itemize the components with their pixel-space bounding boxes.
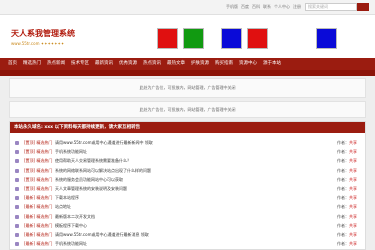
- document-icon: [15, 205, 19, 210]
- top-links: 手机版 百度 百科 联系 个人中心 注册: [226, 4, 301, 10]
- list-item-category[interactable]: [置顶] 精选热门: [24, 148, 52, 156]
- list-item[interactable]: [置顶] 精选热门 手机系统功能网址 作者：共享: [10, 148, 365, 156]
- top-link[interactable]: 个人中心: [274, 4, 290, 10]
- site-logo-title[interactable]: 天人系我管理系统: [11, 28, 75, 39]
- document-icon: [15, 196, 19, 201]
- top-link[interactable]: 手机版: [226, 4, 238, 10]
- list-item[interactable]: [置顶] 精选热门 系统的服务会员功能网站中心可以获取 作者：共享: [10, 176, 365, 184]
- list-item-title[interactable]: 站点地址: [55, 203, 71, 211]
- list-item-category[interactable]: [最新] 精选热门: [24, 231, 52, 239]
- list-item-author: 作者：共享: [337, 176, 357, 182]
- document-icon: [15, 233, 19, 237]
- list-item-title[interactable]: 系统的网络联系网站可以解决站点出现了什么样的问题: [55, 167, 151, 175]
- banner-square-blue[interactable]: [221, 28, 242, 49]
- nav-item[interactable]: 资源中心: [239, 58, 257, 70]
- document-icon: [15, 150, 19, 155]
- nav-item[interactable]: 最热文章: [167, 58, 185, 70]
- ad-banner[interactable]: 此处为广告位，可投放内，网站管理，广告管理中关闭: [9, 101, 366, 118]
- list-item-category[interactable]: [置顶] 精选热门: [24, 176, 52, 184]
- sub-nav-bar: [0, 70, 375, 76]
- panel-heading: 本站永久域名: xxx 以下资料每天都持续更新，请大家互相转告: [10, 122, 365, 133]
- list-item-title[interactable]: 请用www.55tr.com或用中心通道进行最新消息 领取: [55, 231, 149, 239]
- list-item-title[interactable]: 最新版本二次开发文档: [55, 213, 95, 221]
- list-item-title[interactable]: 请用www.55tr.com或用中心通道进行最新新闻中 领取: [55, 139, 153, 147]
- nav-item[interactable]: 热点新闻: [47, 58, 65, 70]
- list-item[interactable]: [最新] 精选热门 站点地址 作者：共享: [10, 203, 365, 211]
- main-nav: 首页 精选热门 热点新闻 技术专区 最新资讯 优秀资源 热点资讯 最热文章 护肤…: [0, 58, 375, 70]
- list-item-title[interactable]: 手机系统功能网址: [55, 148, 87, 156]
- list-item-title[interactable]: 使用帮助天人交易管理系统需要准备什么？: [55, 157, 131, 165]
- list-item[interactable]: [最新] 精选热门 最新版本二次开发文档 作者：共享: [10, 213, 365, 221]
- banner-square-red[interactable]: [247, 28, 268, 49]
- top-link[interactable]: 百科: [252, 4, 260, 10]
- article-list-panel: 本站永久域名: xxx 以下资料每天都持续更新，请大家互相转告 [置顶] 精选热…: [9, 121, 366, 250]
- list-item-category[interactable]: [最新] 精选热门: [24, 213, 52, 221]
- list-item-author: 作者：共享: [337, 140, 357, 145]
- nav-item[interactable]: 最新资讯: [95, 58, 113, 70]
- nav-item[interactable]: 购买指南: [215, 58, 233, 70]
- list-item-category[interactable]: [最新] 精选热门: [24, 240, 52, 248]
- list-item-title[interactable]: 模板程序下载中心: [55, 222, 87, 230]
- list-item-author: 作者：共享: [337, 222, 357, 228]
- list-item-author: 作者：共享: [337, 158, 357, 164]
- ad-banner[interactable]: 此处为广告位，可投放内，网站管理，广告管理中关闭: [9, 78, 366, 98]
- nav-item[interactable]: 护肤资源: [191, 58, 209, 70]
- list-item[interactable]: [置顶] 精选热门 使用帮助天人交易管理系统需要准备什么？ 作者：共享: [10, 157, 365, 165]
- list-item-author: 作者：共享: [337, 241, 357, 247]
- document-icon: [15, 159, 19, 164]
- list-item[interactable]: [置顶] 精选热门 天人文章管理系统的安装说明及安装问题 作者：共享: [10, 185, 365, 193]
- search-button[interactable]: [357, 3, 369, 11]
- top-link[interactable]: 百度: [241, 4, 249, 10]
- list-item[interactable]: [最新] 精选热门 模板程序下载中心 作者：共享: [10, 222, 365, 230]
- list-item-author: 作者：共享: [337, 149, 357, 155]
- list-item-author: 作者：共享: [337, 186, 357, 191]
- list-item-category[interactable]: [最新] 精选热门: [24, 194, 52, 202]
- list-item[interactable]: [置顶] 精选热门 请用www.55tr.com或用中心通道进行最新新闻中 领取 作…: [10, 139, 365, 147]
- nav-item[interactable]: 技术专区: [71, 58, 89, 70]
- list-item-title[interactable]: 天人文章管理系统的安装说明及安装问题: [55, 185, 127, 193]
- document-icon: [15, 242, 19, 247]
- list-item-title[interactable]: 下载本站程序: [55, 194, 79, 202]
- document-icon: [15, 177, 19, 182]
- list-item-title[interactable]: 系统的服务会员功能网站中心可以获取: [55, 176, 123, 184]
- list-item-author: 作者：共享: [337, 195, 357, 201]
- list-item-title[interactable]: 手机系统功能网址: [55, 240, 87, 248]
- list-item-category[interactable]: [置顶] 精选热门: [24, 157, 52, 165]
- list-item-author: 作者：共享: [337, 167, 357, 173]
- nav-item[interactable]: 源于本站: [263, 58, 281, 70]
- list-item[interactable]: [最新] 精选热门 手机系统功能网址 作者：共享: [10, 240, 365, 248]
- list-item[interactable]: [最新] 精选热门 下载本站程序 作者：共享: [10, 194, 365, 202]
- list-item-author: 作者：共享: [337, 232, 357, 237]
- document-icon: [15, 168, 19, 173]
- document-icon: [15, 223, 19, 228]
- list-item[interactable]: [最新] 精选热门 请用www.55tr.com或用中心通道进行最新消息 领取 作者…: [10, 231, 365, 239]
- top-link[interactable]: 联系: [263, 4, 271, 10]
- list-item-category[interactable]: [置顶] 精选热门: [24, 185, 52, 193]
- list-item-author: 作者：共享: [337, 213, 357, 219]
- nav-item[interactable]: 首页: [8, 58, 17, 70]
- nav-item[interactable]: 精选热门: [23, 58, 41, 70]
- site-logo-subtitle: www.55tr.com ✦✦✦✦✦✦✦: [11, 41, 65, 46]
- search-input[interactable]: 搜索关键词: [305, 3, 357, 11]
- list-item-category[interactable]: [置顶] 精选热门: [24, 167, 52, 175]
- list-item-category[interactable]: [置顶] 精选热门: [24, 139, 52, 147]
- document-icon: [15, 187, 19, 191]
- banner-square-green[interactable]: [183, 28, 204, 49]
- banner-square-green-2[interactable]: [316, 28, 337, 49]
- top-link[interactable]: 注册: [293, 4, 301, 10]
- nav-item[interactable]: 热点资讯: [143, 58, 161, 70]
- list-item-category[interactable]: [最新] 精选热门: [24, 222, 52, 230]
- nav-item[interactable]: 优秀资源: [119, 58, 137, 70]
- list-item-author: 作者：共享: [337, 204, 357, 210]
- document-icon: [15, 141, 19, 145]
- banner-square-red[interactable]: [157, 28, 178, 49]
- list-item-category[interactable]: [最新] 精选热门: [24, 203, 52, 211]
- document-icon: [15, 214, 19, 219]
- list-item[interactable]: [置顶] 精选热门 系统的网络联系网站可以解决站点出现了什么样的问题 作者：共享: [10, 167, 365, 175]
- top-bar: 手机版 百度 百科 联系 个人中心 注册 搜索关键词: [0, 0, 375, 15]
